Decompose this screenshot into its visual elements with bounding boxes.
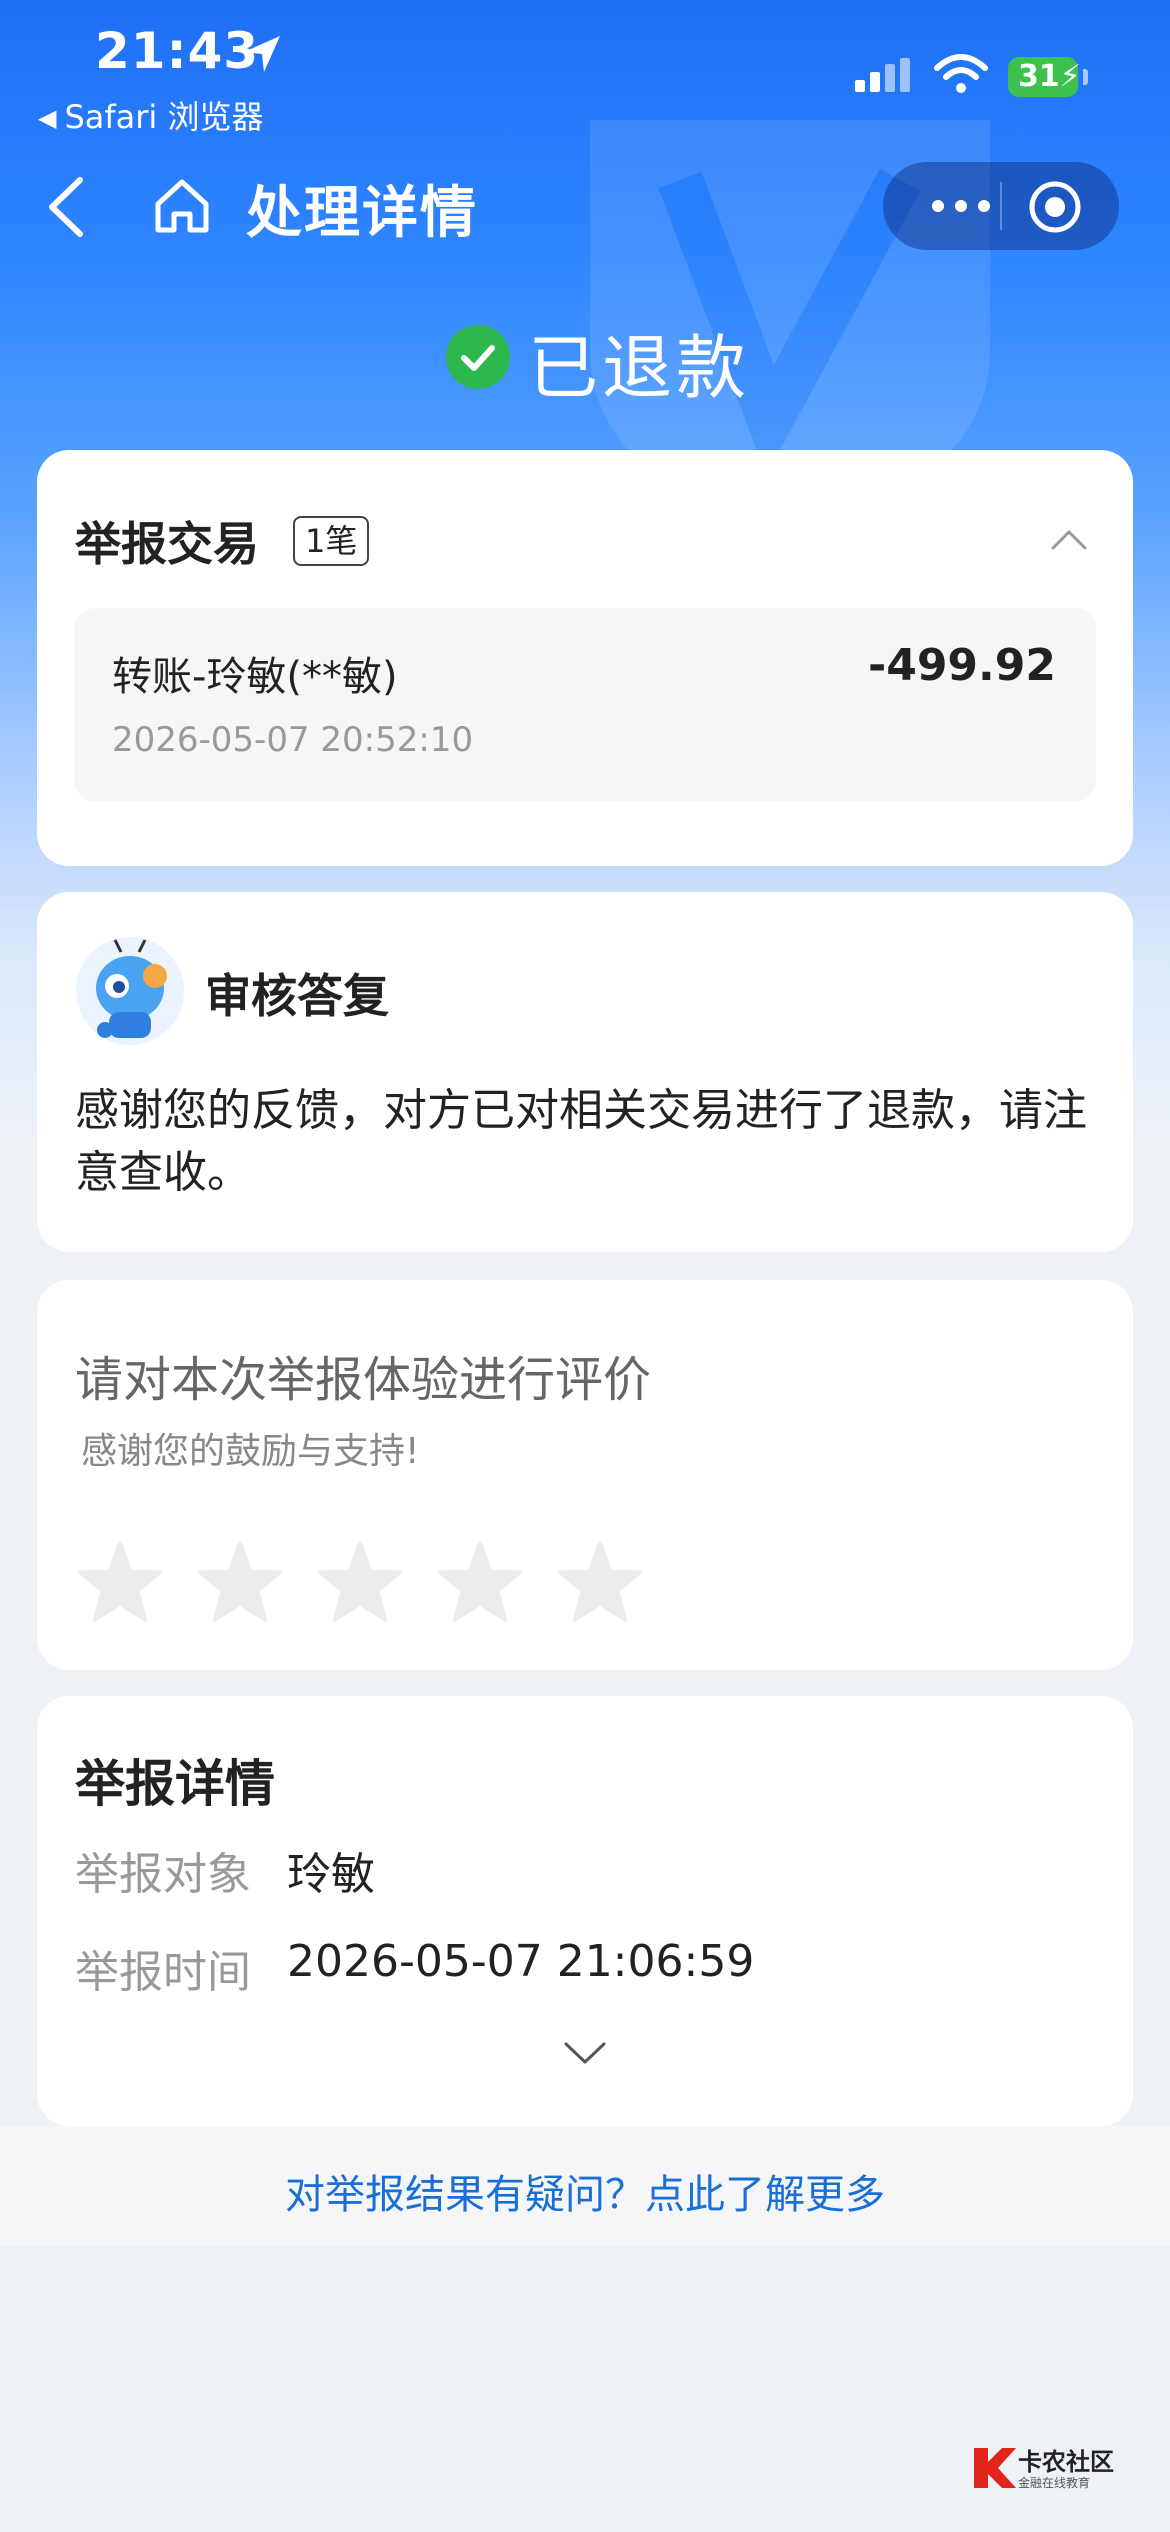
review-reply-card: 审核答复 感谢您的反馈，对方已对相关交易进行了退款，请注意查收。 [37,892,1133,1252]
star-icon[interactable] [317,1540,403,1623]
capsule-divider [1000,182,1002,230]
star-icon[interactable] [557,1540,643,1623]
battery-level: 31 [1018,59,1060,94]
rating-card: 请对本次举报体验进行评价 感谢您的鼓励与支持! [37,1280,1133,1670]
refund-status: 已退款 [528,327,750,409]
back-to-app-link[interactable]: ◀ Safari 浏览器 [38,92,264,138]
report-target-label: 举报对象 [75,1849,251,1900]
battery-icon: 31⚡ [1008,57,1081,97]
star-icon[interactable] [197,1540,283,1623]
check-circle-icon [446,325,510,389]
transaction-name: 转账-玲敏(**敏) [112,654,398,700]
report-details-card: 举报详情 举报对象 玲敏 举报时间 2026-05-07 21:06:59 [37,1696,1133,2126]
rating-subtitle: 感谢您的鼓励与支持! [81,1431,420,1472]
star-rating[interactable] [75,1538,695,1628]
chevron-up-icon[interactable] [1049,524,1089,554]
location-arrow-icon [244,36,280,72]
star-icon[interactable] [77,1540,163,1623]
back-arrow-icon[interactable] [42,172,92,242]
logo-tagline: 金融在线教育 [1018,2476,1091,2490]
cellular-signal-icon [855,58,910,92]
report-target-value: 玲敏 [287,1849,375,1900]
status-time: 21:43 [95,22,260,80]
back-triangle-icon: ◀ [38,104,57,132]
learn-more-link[interactable]: 对举报结果有疑问？点此了解更多 [0,2162,1170,2220]
transaction-amount: -499.92 [867,640,1056,691]
home-icon[interactable] [152,176,212,236]
charging-bolt-icon: ⚡ [1059,59,1081,94]
star-icon[interactable] [437,1540,523,1623]
review-reply-title: 审核答复 [205,969,389,1023]
chevron-down-icon[interactable] [562,2038,608,2068]
robot-avatar [76,937,184,1045]
report-transaction-title: 举报交易 [75,517,259,571]
close-mini-program-icon[interactable] [1028,180,1082,234]
back-app-label: Safari 浏览器 [64,98,264,136]
logo-name: 卡农社区 [1018,2448,1114,2476]
report-transaction-card: 举报交易 1笔 转账-玲敏(**敏) -499.92 2026-05-07 20… [37,450,1133,866]
rating-title: 请对本次举报体验进行评价 [75,1352,652,1408]
review-reply-body: 感谢您的反馈，对方已对相关交易进行了退款，请注意查收。 [75,1085,1087,1198]
transaction-count-badge: 1笔 [293,516,370,566]
battery-tip [1083,69,1088,85]
transaction-item[interactable]: 转账-玲敏(**敏) -499.92 2026-05-07 20:52:10 [74,608,1096,802]
wifi-icon [934,54,988,93]
page-title: 处理详情 [246,181,478,246]
report-time-value: 2026-05-07 21:06:59 [287,1936,755,1987]
more-options-icon[interactable] [916,182,1006,230]
report-details-title: 举报详情 [75,1755,275,1813]
report-time-label: 举报时间 [75,1947,251,1998]
transaction-time: 2026-05-07 20:52:10 [112,720,474,760]
